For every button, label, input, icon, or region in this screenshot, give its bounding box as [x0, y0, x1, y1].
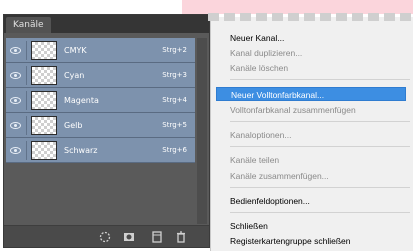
row-divider	[26, 91, 27, 110]
menu-item-new-spot-channel[interactable]: Neuer Volltonfarbkanal...	[216, 87, 406, 101]
menu-separator	[230, 121, 410, 122]
channel-name: CMYK	[64, 46, 87, 55]
load-channel-selection-icon[interactable]	[98, 230, 112, 244]
menu-item-merge-spot-channel[interactable]: Volltonfarbkanal zusammenfügen	[216, 103, 406, 117]
visibility-eye-icon[interactable]	[9, 44, 22, 57]
channels-panel: Kanäle CMYK Strg+2 Cyan Strg+3 Magenta S…	[3, 14, 210, 248]
menu-separator	[230, 146, 410, 147]
channel-list: CMYK Strg+2 Cyan Strg+3 Magenta Strg+4 G…	[6, 38, 195, 163]
tab-channels[interactable]: Kanäle	[6, 17, 51, 33]
channel-thumbnail	[31, 91, 57, 110]
channel-name: Schwarz	[64, 146, 98, 155]
channel-shortcut: Strg+4	[162, 96, 187, 104]
channel-list-area: CMYK Strg+2 Cyan Strg+3 Magenta Strg+4 G…	[4, 33, 209, 227]
channel-shortcut: Strg+2	[162, 46, 187, 54]
row-divider	[26, 41, 27, 60]
row-divider	[26, 66, 27, 85]
channel-row-gelb[interactable]: Gelb Strg+5	[6, 113, 195, 138]
menu-item-close-tab-group[interactable]: Registerkartengruppe schließen	[216, 234, 406, 248]
panel-flyout-menu: Neuer Kanal... Kanal duplizieren... Kanä…	[208, 13, 413, 251]
visibility-eye-icon[interactable]	[9, 69, 22, 82]
channel-row-cyan[interactable]: Cyan Strg+3	[6, 63, 195, 88]
menu-separator	[230, 79, 410, 80]
channel-thumbnail	[31, 66, 57, 85]
trash-icon[interactable]	[174, 230, 188, 244]
channel-shortcut: Strg+6	[162, 146, 187, 154]
background-strip	[182, 0, 413, 14]
channel-shortcut: Strg+5	[162, 121, 187, 129]
menu-separator	[230, 187, 410, 188]
scrollbar[interactable]	[197, 38, 207, 224]
channel-name: Cyan	[64, 71, 85, 80]
panel-titlebar: Kanäle	[4, 15, 209, 33]
channel-row-schwarz[interactable]: Schwarz Strg+6	[6, 138, 195, 163]
menu-top-edge	[208, 13, 413, 21]
visibility-eye-icon[interactable]	[9, 94, 22, 107]
channel-name: Gelb	[64, 121, 83, 130]
channel-name: Magenta	[64, 96, 99, 105]
row-divider	[26, 116, 27, 135]
menu-item-merge-channels[interactable]: Kanäle zusammenfügen...	[216, 169, 406, 183]
visibility-eye-icon[interactable]	[9, 119, 22, 132]
save-selection-as-channel-icon[interactable]	[122, 230, 136, 244]
row-divider	[26, 141, 27, 160]
channel-thumbnail	[31, 116, 57, 135]
menu-item-new-channel[interactable]: Neuer Kanal...	[216, 31, 406, 45]
menu-item-duplicate-channel[interactable]: Kanal duplizieren...	[216, 46, 406, 60]
channel-thumbnail	[31, 41, 57, 60]
visibility-eye-icon[interactable]	[9, 144, 22, 157]
menu-item-close[interactable]: Schließen	[216, 219, 406, 233]
menu-item-delete-channel[interactable]: Kanäle löschen	[216, 61, 406, 75]
channel-row-magenta[interactable]: Magenta Strg+4	[6, 88, 195, 113]
channel-thumbnail	[31, 141, 57, 160]
menu-item-split-channels[interactable]: Kanäle teilen	[216, 153, 406, 167]
new-channel-icon[interactable]	[150, 230, 164, 244]
menu-item-panel-options[interactable]: Bedienfeldoptionen...	[216, 194, 406, 208]
channel-shortcut: Strg+3	[162, 71, 187, 79]
channel-row-cmyk[interactable]: CMYK Strg+2	[6, 38, 195, 63]
menu-item-channel-options[interactable]: Kanaloptionen...	[216, 128, 406, 142]
panel-footer	[4, 225, 209, 247]
menu-separator	[230, 212, 410, 213]
